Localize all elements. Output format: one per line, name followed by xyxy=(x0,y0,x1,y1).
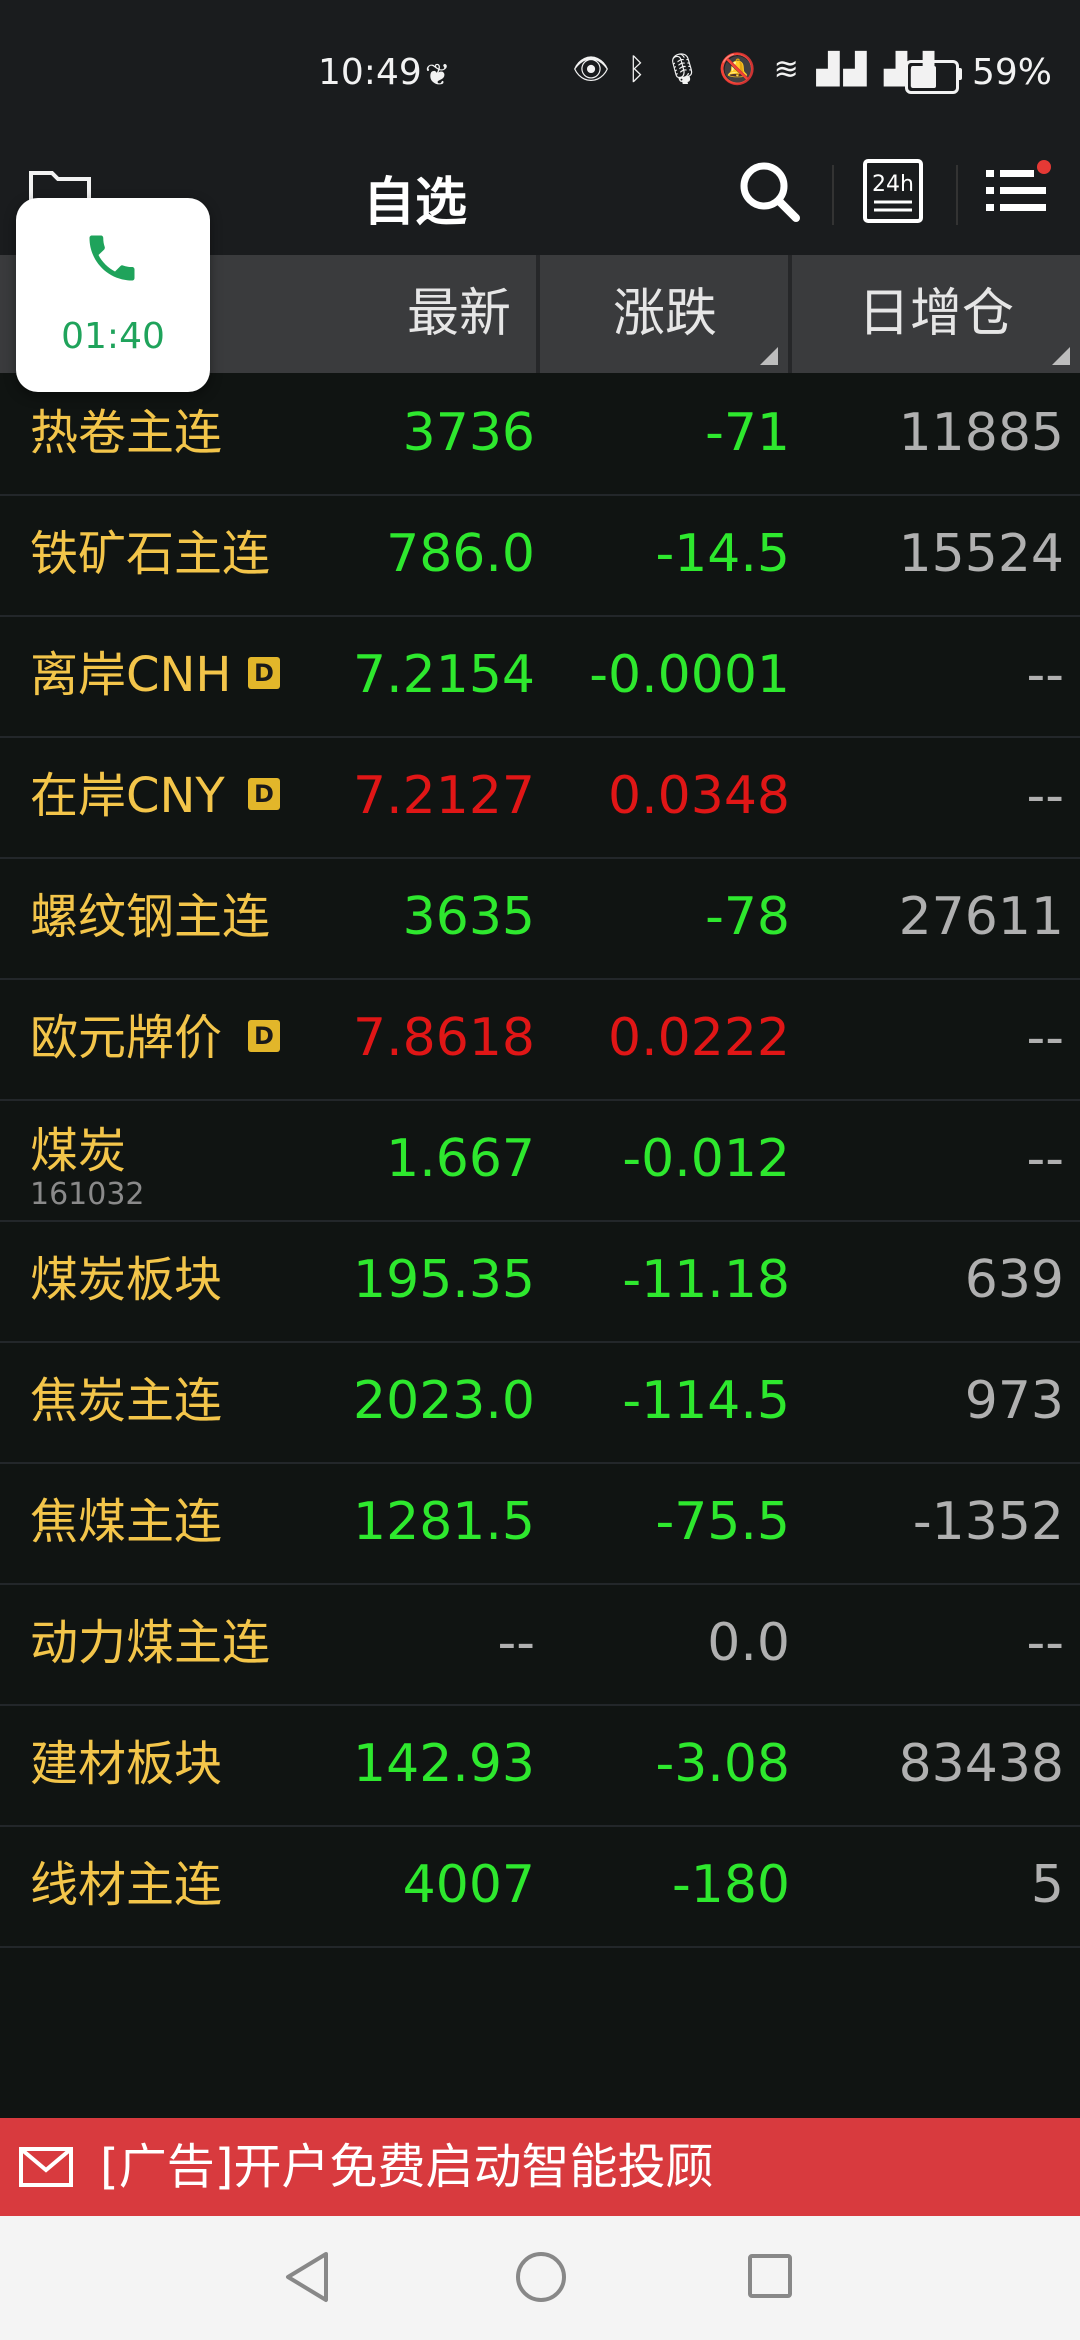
price-change: -0.0001 xyxy=(589,645,790,705)
open-interest-change: -- xyxy=(1026,1129,1064,1189)
open-interest-change: -- xyxy=(1026,1008,1064,1068)
watchlist-row[interactable]: 线材主连 4007 -180 5 xyxy=(0,1825,1080,1948)
latest-price: 7.2127 xyxy=(353,766,535,826)
open-interest-change: -1352 xyxy=(912,1492,1064,1552)
open-interest-change: 15524 xyxy=(898,524,1064,584)
sort-indicator-icon xyxy=(760,347,778,365)
sort-indicator-icon xyxy=(1052,347,1070,365)
watchlist-row[interactable]: 离岸CNH D 7.2154 -0.0001 -- xyxy=(0,615,1080,738)
call-duration: 01:40 xyxy=(61,316,165,357)
watchlist-row[interactable]: 螺纹钢主连 3635 -78 27611 xyxy=(0,857,1080,980)
price-change: -75.5 xyxy=(655,1492,790,1552)
latest-price: 2023.0 xyxy=(353,1371,535,1431)
instrument-name: 螺纹钢主连 xyxy=(30,889,271,945)
open-interest-change: -- xyxy=(1026,766,1064,826)
instrument-name: 铁矿石主连 xyxy=(30,526,271,582)
open-interest-change: -- xyxy=(1026,1613,1064,1673)
leaf-icon: ❦ xyxy=(425,58,451,93)
instrument-name: 建材板块 xyxy=(30,1736,223,1792)
price-change: -114.5 xyxy=(622,1371,790,1431)
battery-tip xyxy=(957,68,962,80)
instrument-name: 动力煤主连 xyxy=(30,1615,271,1671)
ad-text[interactable]: [广告]开户免费启动智能投顾 xyxy=(100,2118,713,2216)
watchlist-row[interactable]: 动力煤主连 -- 0.0 -- xyxy=(0,1583,1080,1706)
price-change: -0.012 xyxy=(622,1129,790,1189)
watchlist-row[interactable]: 焦煤主连 1281.5 -75.5 -1352 xyxy=(0,1462,1080,1585)
instrument-name: 焦炭主连 xyxy=(30,1373,223,1429)
instrument-name: 离岸CNH xyxy=(30,647,232,703)
latest-price: -- xyxy=(497,1613,535,1673)
price-change: 0.0222 xyxy=(608,1008,790,1068)
instrument-name: 煤炭 xyxy=(30,1123,127,1179)
instrument-name: 焦煤主连 xyxy=(30,1494,223,1550)
divider xyxy=(832,165,834,225)
open-interest-change: -- xyxy=(1026,645,1064,705)
watchlist-row[interactable]: 煤炭板块 195.35 -11.18 639 xyxy=(0,1220,1080,1343)
column-divider xyxy=(536,255,540,373)
open-interest-change: 639 xyxy=(964,1250,1064,1310)
price-change: -3.08 xyxy=(655,1734,790,1794)
open-interest-change: 11885 xyxy=(898,403,1064,463)
delayed-badge: D xyxy=(248,657,280,689)
open-interest-change: 973 xyxy=(964,1371,1064,1431)
latest-price: 195.35 xyxy=(353,1250,535,1310)
instrument-name: 煤炭板块 xyxy=(30,1252,223,1308)
watchlist-row[interactable]: 建材板块 142.93 -3.08 83438 xyxy=(0,1704,1080,1827)
latest-price: 1.667 xyxy=(386,1129,535,1189)
mail-icon xyxy=(19,2147,73,2187)
menu-list-icon[interactable] xyxy=(984,160,1054,222)
instrument-code: 161032 xyxy=(30,1177,145,1212)
instrument-name: 欧元牌价 xyxy=(30,1010,223,1066)
latest-price: 3635 xyxy=(402,887,535,947)
phone-icon xyxy=(89,235,135,281)
latest-price: 4007 xyxy=(402,1855,535,1915)
back-icon[interactable] xyxy=(282,2250,332,2304)
call-bubble[interactable]: 01:40 xyxy=(16,198,210,392)
search-icon[interactable] xyxy=(736,158,802,224)
watchlist-row[interactable]: 在岸CNY D 7.2127 0.0348 -- xyxy=(0,736,1080,859)
price-change: -11.18 xyxy=(622,1250,790,1310)
latest-price: 142.93 xyxy=(353,1734,535,1794)
latest-price: 786.0 xyxy=(386,524,535,584)
svg-text:24h: 24h xyxy=(872,172,914,197)
price-change: 0.0 xyxy=(707,1613,790,1673)
instrument-name: 线材主连 xyxy=(30,1857,223,1913)
column-change[interactable]: 涨跌 xyxy=(542,255,788,373)
price-change: -180 xyxy=(671,1855,790,1915)
recent-apps-icon[interactable] xyxy=(746,2252,794,2300)
open-interest-change: 5 xyxy=(1030,1855,1064,1915)
battery-percent: 59% xyxy=(972,52,1053,93)
open-interest-change: 27611 xyxy=(898,887,1064,947)
column-latest[interactable]: 最新 xyxy=(380,255,538,373)
watchlist-row[interactable]: 欧元牌价 D 7.8618 0.0222 -- xyxy=(0,978,1080,1101)
price-change: -71 xyxy=(705,403,790,463)
delayed-badge: D xyxy=(248,1020,280,1052)
delayed-badge: D xyxy=(248,778,280,810)
status-icons: 👁 ᛒ 🎙 🔕 ≋ ▟▟ ▟▟ xyxy=(572,52,939,87)
open-interest-change: 83438 xyxy=(898,1734,1064,1794)
price-change: -14.5 xyxy=(655,524,790,584)
latest-price: 7.8618 xyxy=(353,1008,535,1068)
watchlist-row[interactable]: 铁矿石主连 786.0 -14.5 15524 xyxy=(0,494,1080,617)
column-open-interest[interactable]: 日增仓 xyxy=(792,255,1080,373)
24h-icon[interactable]: 24h xyxy=(862,158,924,224)
battery-icon xyxy=(905,60,959,94)
instrument-name: 在岸CNY xyxy=(30,768,225,824)
home-icon[interactable] xyxy=(514,2250,568,2304)
price-change: -78 xyxy=(705,887,790,947)
price-change: 0.0348 xyxy=(608,766,790,826)
latest-price: 7.2154 xyxy=(353,645,535,705)
status-time: 10:49 xyxy=(318,52,422,93)
watchlist-row[interactable]: 焦炭主连 2023.0 -114.5 973 xyxy=(0,1341,1080,1464)
watchlist-row[interactable]: 煤炭 161032 1.667 -0.012 -- xyxy=(0,1099,1080,1222)
latest-price: 1281.5 xyxy=(353,1492,535,1552)
latest-price: 3736 xyxy=(402,403,535,463)
divider xyxy=(956,165,958,225)
